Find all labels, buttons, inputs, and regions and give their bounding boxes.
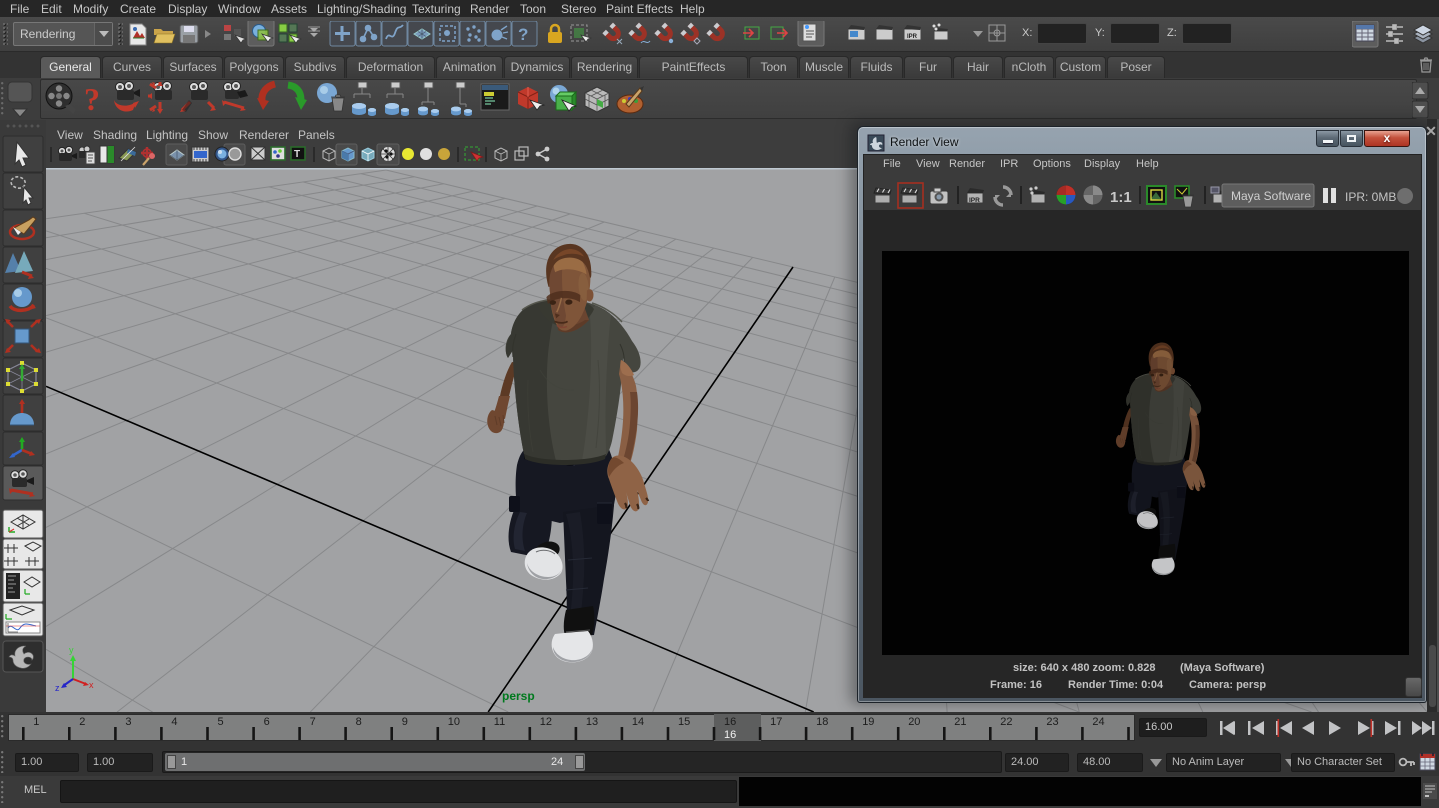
svg-text:8: 8 [356, 716, 362, 728]
svg-text:11: 11 [494, 716, 505, 728]
svg-text:7: 7 [310, 716, 316, 728]
svg-text:3: 3 [125, 716, 131, 728]
svg-text:1: 1 [33, 716, 39, 728]
svg-text:17: 17 [770, 716, 782, 728]
svg-text:21: 21 [954, 716, 966, 728]
svg-text:Maya Software: Maya Software [1231, 189, 1311, 203]
svg-text:9: 9 [402, 716, 408, 728]
svg-text:20: 20 [908, 716, 920, 728]
svg-text:1:1: 1:1 [1110, 189, 1132, 206]
svg-text:10: 10 [448, 716, 460, 728]
svg-text:15: 15 [678, 716, 690, 728]
svg-text:IPR: 0MB: IPR: 0MB [1345, 190, 1396, 204]
svg-text:23: 23 [1046, 716, 1058, 728]
svg-text:13: 13 [586, 716, 598, 728]
svg-text:16: 16 [724, 716, 736, 728]
svg-text:18: 18 [816, 716, 828, 728]
svg-text:2: 2 [79, 716, 85, 728]
svg-text:6: 6 [264, 716, 270, 728]
svg-text:12: 12 [540, 716, 552, 728]
svg-text:?: ? [518, 25, 528, 44]
svg-text:y: y [69, 645, 74, 655]
svg-text:19: 19 [862, 716, 874, 728]
svg-text:?: ? [84, 81, 100, 117]
svg-text:16: 16 [724, 729, 736, 741]
svg-text:z: z [55, 683, 60, 693]
svg-text:14: 14 [632, 716, 644, 728]
svg-text:x: x [89, 680, 94, 690]
svg-text:persp: persp [502, 689, 535, 703]
svg-text:IPR: IPR [969, 197, 980, 204]
svg-text:IPR: IPR [907, 34, 918, 40]
svg-text:4: 4 [171, 716, 177, 728]
svg-text:22: 22 [1000, 716, 1012, 728]
svg-text:24: 24 [1092, 716, 1104, 728]
svg-text:5: 5 [218, 716, 224, 728]
svg-text:T: T [294, 149, 300, 160]
